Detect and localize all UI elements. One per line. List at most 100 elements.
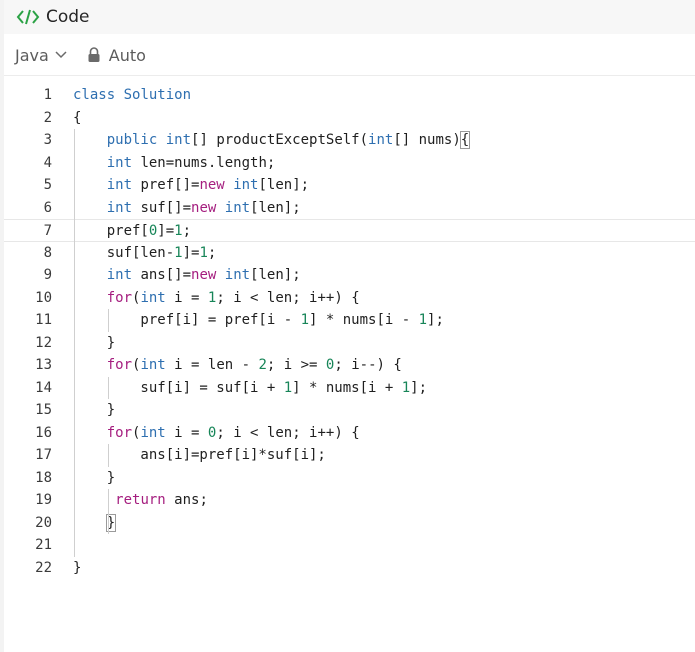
code-token: pref[]=: [132, 177, 200, 193]
code-token: suf[len-: [73, 244, 175, 261]
code-line[interactable]: 6 int suf[]=new int[len];: [4, 197, 695, 220]
code-line[interactable]: 10 for(int i = 1; i < len; i++) {: [4, 287, 695, 310]
indent-guide: [107, 489, 109, 534]
line-number: 2: [43, 109, 52, 126]
line-number: 18: [35, 469, 52, 486]
code-text: int len=nums.length;: [73, 152, 276, 175]
code-text: suf[len-1]=1;: [73, 242, 217, 265]
code-token: ; i--) {: [334, 357, 402, 373]
code-line[interactable]: 2{: [4, 107, 695, 130]
code-text: for(int i = 0; i < len; i++) {: [73, 422, 360, 445]
code-line[interactable]: 5 int pref[]=new int[len];: [4, 174, 695, 197]
code-token: ] * nums[i -: [309, 312, 419, 328]
code-line[interactable]: 4 int len=nums.length;: [4, 152, 695, 175]
line-number: 20: [35, 514, 52, 531]
language-label: Java: [15, 45, 49, 65]
code-token: ; i >=: [266, 357, 326, 373]
code-token: [len];: [250, 199, 301, 216]
code-line[interactable]: 12 }: [4, 332, 695, 355]
indent-guide: [107, 376, 109, 399]
code-line[interactable]: 18 }: [4, 467, 695, 490]
line-number: 1: [43, 87, 52, 103]
code-token: ] * nums[i +: [292, 379, 402, 396]
code-text: for(int i = 1; i < len; i++) {: [73, 287, 360, 310]
code-line[interactable]: 3 public int[] productExceptSelf(int[] n…: [4, 129, 695, 152]
code-text: for(int i = len - 2; i >= 0; i--) {: [73, 354, 402, 377]
code-token: ans[i]=pref[i]*suf[i];: [73, 447, 326, 463]
auto-mode-label: Auto: [108, 45, 146, 65]
line-number: 13: [35, 357, 52, 373]
code-panel-header: Code: [4, 0, 695, 34]
code-token: }: [73, 469, 116, 486]
line-number: 5: [43, 177, 52, 193]
code-token: ]=: [157, 223, 175, 239]
line-number: 8: [43, 244, 52, 261]
code-token: ]=: [182, 244, 200, 261]
code-line[interactable]: 1 class Solution: [4, 84, 695, 107]
code-token: i = len -: [165, 357, 259, 373]
code-token: new: [191, 199, 217, 216]
code-token: int: [106, 154, 133, 171]
code-token: {: [73, 109, 82, 126]
code-text: }: [73, 332, 115, 355]
code-token: 1: [199, 244, 208, 261]
code-token: for: [106, 424, 133, 441]
code-line[interactable]: 7 pref[0]=1;: [4, 219, 695, 242]
code-line[interactable]: 13 for(int i = len - 2; i >= 0; i--) {: [4, 354, 695, 377]
line-number: 17: [35, 447, 52, 463]
code-line[interactable]: 8 suf[len-1]=1;: [4, 242, 695, 265]
code-token: int: [224, 267, 251, 283]
code-line[interactable]: 16 for(int i = 0; i < len; i++) {: [4, 422, 695, 445]
line-number: 15: [35, 402, 52, 418]
code-token: ans[]=: [132, 267, 192, 283]
code-line[interactable]: 22}: [4, 557, 695, 580]
code-token: ;: [182, 223, 192, 239]
code-token: ];: [410, 379, 428, 396]
code-text: class Solution: [73, 84, 191, 107]
code-line[interactable]: 9 int ans[]=new int[len];: [4, 264, 695, 287]
code-text: suf[i] = suf[i + 1] * nums[i + 1];: [73, 377, 427, 400]
auto-mode-toggle[interactable]: Auto: [87, 46, 146, 65]
code-token: public: [106, 132, 158, 148]
code-token: }: [73, 559, 82, 576]
code-editor[interactable]: 1 class Solution 2{3 public int[] productE…: [4, 84, 695, 652]
code-line[interactable]: 21: [4, 534, 695, 557]
lock-icon: [87, 47, 101, 63]
code-text: return ans;: [73, 489, 208, 512]
code-token: ; i < len; i++) {: [216, 289, 360, 306]
code-token: int: [165, 132, 192, 148]
code-line[interactable]: 15 }: [4, 399, 695, 422]
code-token: class: [73, 87, 116, 103]
chevron-down-icon: [55, 51, 67, 59]
panel-title: Code: [46, 7, 90, 27]
code-token: new: [199, 177, 225, 193]
code-text: public int[] productExceptSelf(int[] num…: [73, 129, 471, 152]
code-token: int: [140, 357, 166, 373]
language-selector[interactable]: Java: [15, 46, 67, 65]
code-text: pref[0]=1;: [73, 220, 191, 243]
code-text: int pref[]=new int[len];: [73, 174, 309, 197]
code-token: int: [233, 177, 259, 193]
line-number: 16: [35, 424, 52, 441]
line-number: 11: [35, 312, 52, 328]
code-token: 1: [401, 379, 411, 396]
editor-toolbar: Java Auto: [4, 35, 695, 76]
line-number: 12: [35, 334, 52, 351]
code-token: int: [224, 199, 251, 216]
code-text: int ans[]=new int[len];: [73, 264, 301, 287]
code-token: Solution: [123, 87, 192, 103]
code-token: int: [106, 199, 133, 216]
code-text: ans[i]=pref[i]*suf[i];: [73, 444, 326, 467]
